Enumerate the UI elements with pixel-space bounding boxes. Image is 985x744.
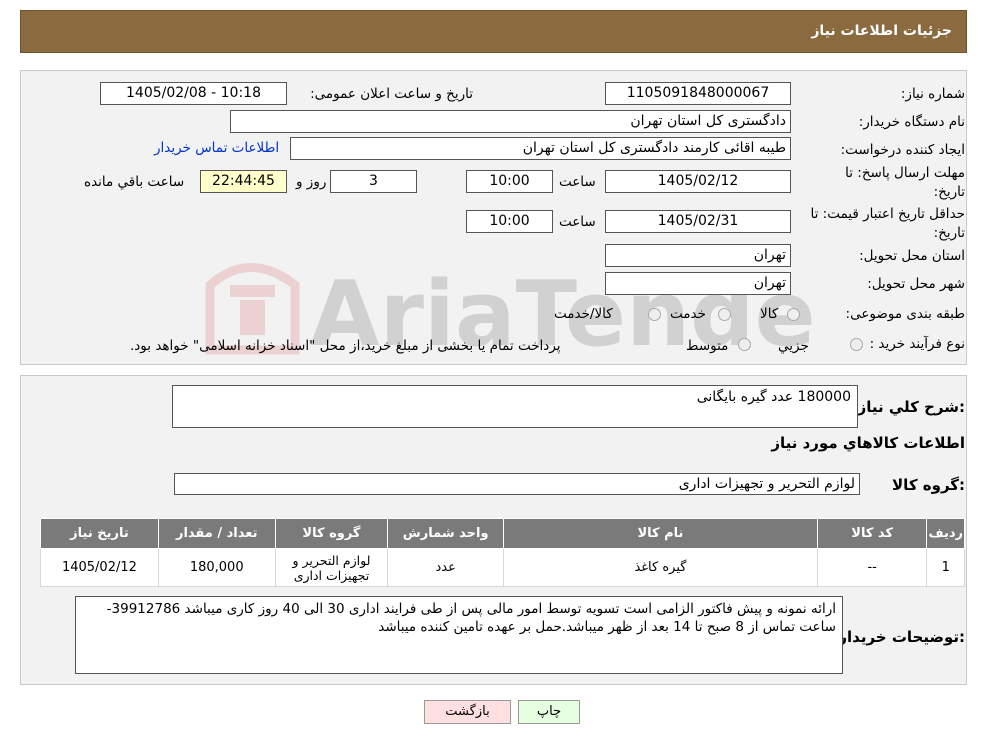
creator-label: ایجاد کننده درخواست:	[840, 142, 965, 158]
announce-field: 1405/02/08 - 10:18	[100, 82, 287, 105]
deadline-date-field: 1405/02/12	[605, 170, 791, 193]
page-header: جزئیات اطلاعات نیاز	[20, 10, 967, 53]
col-goods-group: گروه کالا	[274, 518, 389, 549]
validity-label-line2: تاریخ:	[933, 225, 965, 241]
cell-goods-group: لوازم التحریر و تجهیزات اداری	[274, 548, 389, 587]
category-option-goods: کالا	[760, 306, 779, 322]
days-field: 3	[330, 170, 417, 193]
process-option-minor: جزیي	[778, 338, 809, 354]
col-need-date: تاریخ نیاز	[40, 518, 159, 549]
buyer-contact-link[interactable]: اطلاعات تماس خریدار	[154, 140, 279, 156]
need-number-field: 1105091848000067	[605, 82, 791, 105]
cell-unit: عدد	[387, 548, 505, 587]
goods-table: ردیف کد کالا نام کالا واحد شمارش گروه کا…	[40, 518, 965, 587]
validity-date-field: 1405/02/31	[605, 210, 791, 233]
col-goods-name: نام کالا	[503, 518, 818, 549]
print-button[interactable]: چاپ	[518, 700, 580, 724]
remaining-label: ساعت باقي مانده	[84, 174, 185, 190]
province-label: استان محل تحویل:	[859, 248, 965, 264]
goods-info-title: اطلاعات کالاهاي مورد نیاز	[771, 434, 965, 452]
deadline-label-line1: مهلت ارسال پاسخ: تا	[845, 165, 965, 181]
buyer-notes-label: توضیحات خریدار:	[838, 628, 965, 646]
deadline-time-field: 10:00	[466, 170, 553, 193]
goods-group-field: لوازم التحریر و تجهیزات اداری	[174, 473, 860, 495]
days-label: روز و	[296, 174, 327, 190]
remaining-time-field: 22:44:45	[200, 170, 287, 193]
description-field: 180000 عدد گیره بایگانی	[172, 385, 858, 428]
description-label: شرح کلي نیاز:	[857, 398, 965, 416]
process-label: نوع فرآیند خرید :	[869, 336, 965, 352]
cell-goods-name: گیره کاغذ	[503, 548, 818, 587]
deadline-time-label: ساعت	[559, 174, 596, 190]
city-field: تهران	[605, 272, 791, 295]
validity-label-line1: حداقل تاریخ اعتبار قیمت: تا	[810, 206, 965, 222]
process-radio-medium[interactable]	[738, 338, 751, 351]
process-radio-minor[interactable]	[850, 338, 863, 351]
col-unit: واحد شمارش	[387, 518, 505, 549]
buyer-field: دادگستری کل استان تهران	[230, 110, 791, 133]
province-field: تهران	[605, 244, 791, 267]
goods-group-label: گروه کالا:	[892, 476, 965, 494]
col-quantity: تعداد / مقدار	[157, 518, 276, 549]
category-radio-goods-service[interactable]	[648, 308, 661, 321]
need-number-label: شماره نیاز:	[900, 86, 965, 102]
validity-time-label: ساعت	[559, 214, 596, 230]
cell-goods-code: --	[816, 548, 928, 587]
process-option-medium: متوسط	[686, 338, 729, 354]
category-radio-goods[interactable]	[787, 308, 800, 321]
creator-field: طیبه اقائی کارمند دادگستری کل استان تهرا…	[290, 137, 791, 160]
cell-quantity: 180,000	[157, 548, 276, 587]
category-label: طبقه بندی موضوعی:	[845, 306, 965, 322]
col-row-number: ردیف	[926, 518, 965, 549]
goods-table-header-row: ردیف کد کالا نام کالا واحد شمارش گروه کا…	[40, 518, 965, 549]
cell-row-number: 1	[926, 548, 965, 587]
cell-need-date: 1405/02/12	[40, 548, 159, 587]
deadline-label-line2: تاریخ:	[933, 184, 965, 200]
buyer-notes-field: ارائه نمونه و پیش فاکتور الزامی است تسوی…	[75, 596, 843, 674]
table-row: 1 -- گیره کاغذ عدد لوازم التحریر و تجهیز…	[40, 548, 965, 587]
back-button[interactable]: بازگشت	[424, 700, 511, 724]
process-note: پرداخت تمام یا بخشی از مبلغ خرید،از محل …	[130, 338, 561, 354]
category-option-goods-service: کالا/خدمت	[554, 306, 613, 322]
page-title: جزئیات اطلاعات نیاز	[811, 23, 952, 39]
buyer-label: نام دستگاه خریدار:	[858, 114, 965, 130]
col-goods-code: کد کالا	[816, 518, 928, 549]
announce-label: تاریخ و ساعت اعلان عمومی:	[310, 86, 473, 102]
validity-time-field: 10:00	[466, 210, 553, 233]
category-radio-service[interactable]	[718, 308, 731, 321]
category-option-service: خدمت	[670, 306, 706, 322]
city-label: شهر محل تحویل:	[867, 276, 965, 292]
